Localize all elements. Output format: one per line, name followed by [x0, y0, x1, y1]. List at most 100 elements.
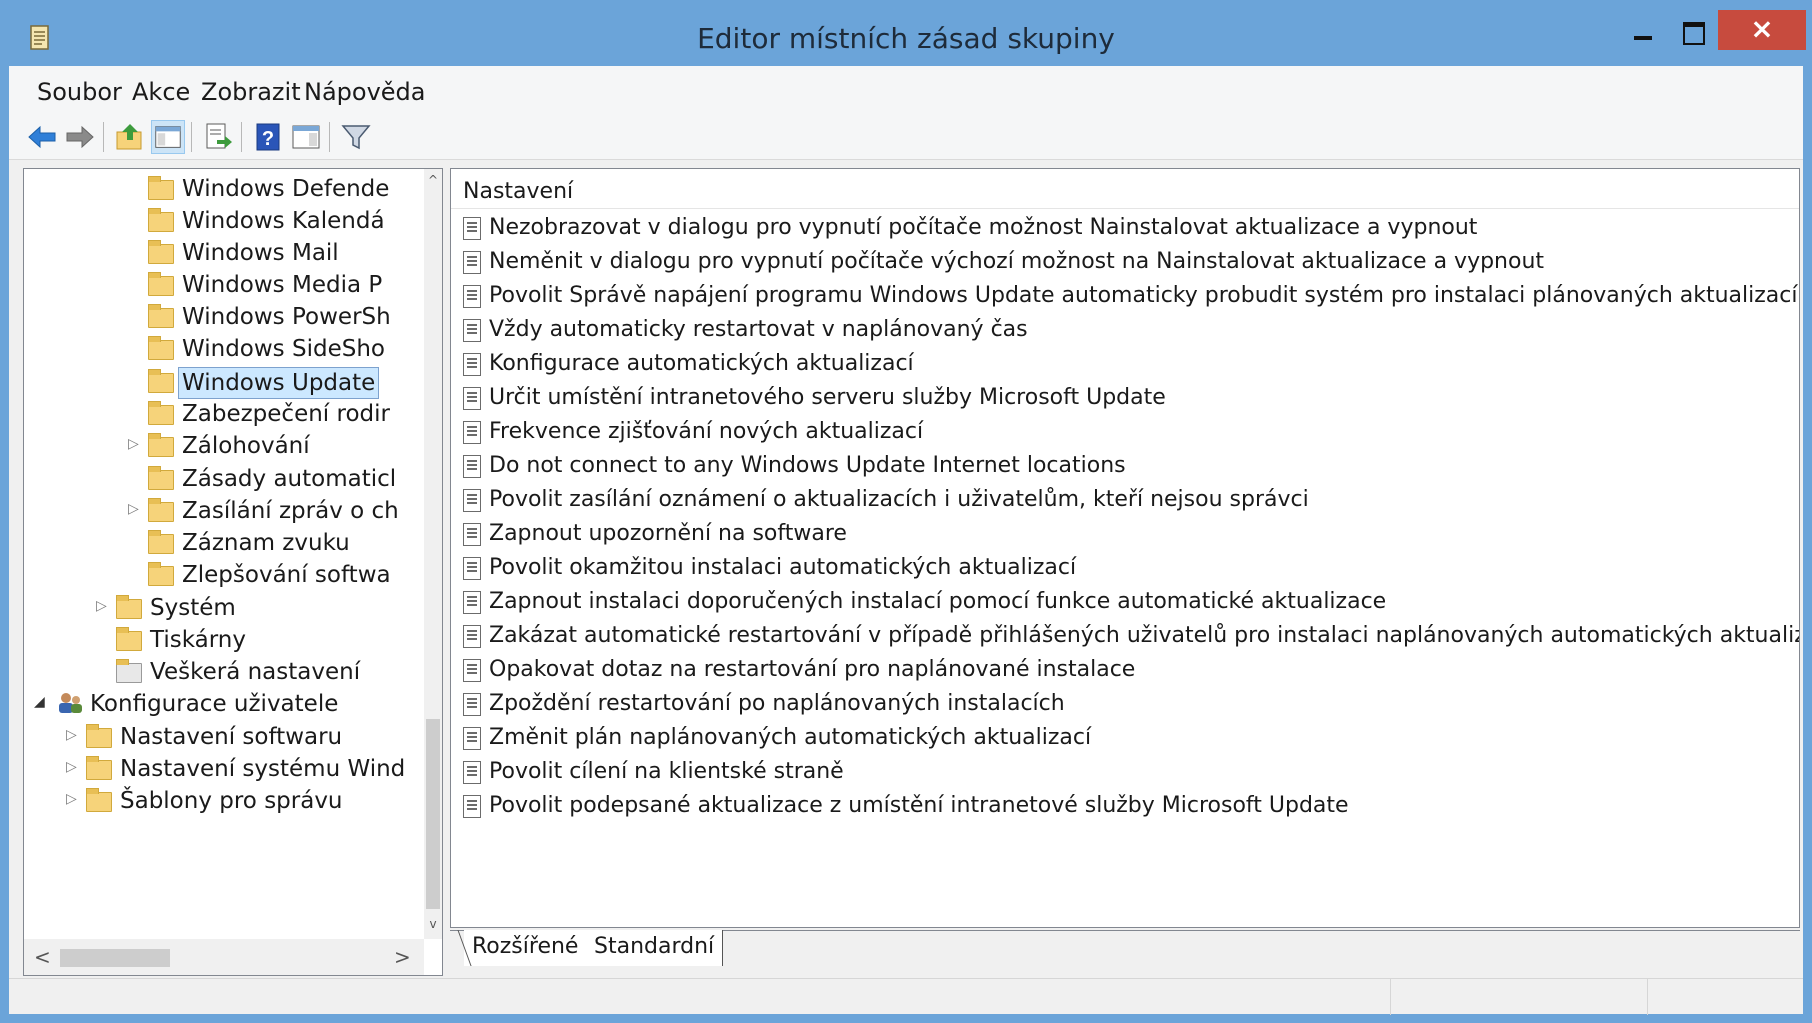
tree-horizontal-scrollbar[interactable]: < >: [24, 939, 424, 975]
tree-item-label: Konfigurace uživatele: [90, 691, 339, 717]
tree-item-label: Windows PowerSh: [182, 304, 391, 330]
setting-label: Neměnit v dialogu pro vypnutí počítače v…: [489, 249, 1545, 274]
scroll-up-icon[interactable]: ^: [425, 173, 441, 187]
setting-row[interactable]: Zapnout upozornění na software: [451, 517, 1799, 551]
tree-pane: Windows Defende Windows Kalendá Windows …: [23, 168, 443, 976]
folder-icon: [148, 208, 176, 232]
column-header[interactable]: Nastavení: [451, 169, 1799, 209]
setting-row[interactable]: Opakovat dotaz na restartování pro naplá…: [451, 653, 1799, 687]
tree-vertical-scrollbar[interactable]: ^ v: [424, 169, 442, 939]
menu-bar: Soubor Akce Zobrazit Nápověda: [9, 66, 1803, 114]
folder-icon: [86, 788, 114, 812]
setting-row[interactable]: Určit umístění intranetového serveru slu…: [451, 381, 1799, 415]
setting-row[interactable]: Konfigurace automatických aktualizací: [451, 347, 1799, 381]
svg-text:?: ?: [262, 128, 274, 150]
maximize-button[interactable]: [1668, 10, 1718, 50]
menu-napoveda[interactable]: Nápověda: [304, 78, 426, 106]
setting-row[interactable]: Zakázat automatické restartování v přípa…: [451, 619, 1799, 653]
tree-vertical-thumb[interactable]: [426, 719, 440, 909]
tree-item[interactable]: Tiskárny: [24, 622, 424, 658]
setting-row[interactable]: Zpoždění restartování po naplánovaných i…: [451, 687, 1799, 721]
tree-item[interactable]: ▷ Nastavení systému Wind: [24, 751, 424, 787]
menu-akce[interactable]: Akce: [132, 78, 190, 106]
tree-item[interactable]: Windows PowerSh: [24, 299, 424, 335]
tree-item-label: Zálohování: [182, 433, 310, 459]
tree-item-label: Nastavení softwaru: [120, 724, 343, 750]
setting-label: Povolit Správě napájení programu Windows…: [489, 283, 1798, 308]
tree-item[interactable]: ▷ Šablony pro správu: [24, 783, 424, 819]
setting-row[interactable]: Povolit Správě napájení programu Windows…: [451, 279, 1799, 313]
help-icon[interactable]: ?: [251, 120, 285, 154]
tree-item[interactable]: Zlepšování softwa: [24, 557, 424, 593]
tab-extended[interactable]: Rozšířené: [464, 930, 587, 966]
tree-item[interactable]: Veškerá nastavení: [24, 654, 424, 690]
user-config-icon: [59, 693, 82, 713]
tree-item[interactable]: ▷ Nastavení softwaru: [24, 719, 424, 755]
scroll-right-icon[interactable]: >: [394, 945, 411, 969]
expand-icon[interactable]: ▷: [66, 759, 80, 777]
tree-horizontal-thumb[interactable]: [60, 949, 170, 967]
collapse-icon[interactable]: ◢: [34, 694, 48, 712]
filter-icon[interactable]: [339, 120, 373, 154]
tree-item[interactable]: ▷ Zasílání zpráv o ch: [24, 493, 424, 529]
tree-item-label: Windows Kalendá: [182, 208, 385, 234]
minimize-button[interactable]: [1618, 10, 1668, 50]
expand-icon[interactable]: ▷: [128, 436, 142, 454]
setting-row[interactable]: Změnit plán naplánovaných automatických …: [451, 721, 1799, 755]
tree-viewport: Windows Defende Windows Kalendá Windows …: [24, 169, 424, 939]
expand-icon[interactable]: ▷: [66, 727, 80, 745]
tree-item-selected[interactable]: Windows Update: [24, 364, 424, 400]
setting-label: Změnit plán naplánovaných automatických …: [489, 725, 1092, 750]
policy-setting-icon: [463, 625, 481, 648]
menu-soubor[interactable]: Soubor: [37, 78, 122, 106]
setting-row[interactable]: Povolit okamžitou instalaci automatickýc…: [451, 551, 1799, 585]
menu-zobrazit[interactable]: Zobrazit: [201, 78, 301, 106]
expand-icon[interactable]: ▷: [96, 598, 110, 616]
expand-icon[interactable]: ▷: [66, 791, 80, 809]
tree-item[interactable]: Windows SideSho: [24, 331, 424, 367]
tree-item[interactable]: Windows Media P: [24, 267, 424, 303]
properties-icon[interactable]: [289, 120, 323, 154]
policy-setting-icon: [463, 693, 481, 716]
setting-row[interactable]: Do not connect to any Windows Update Int…: [451, 449, 1799, 483]
forward-icon[interactable]: [63, 120, 97, 154]
setting-row[interactable]: Neměnit v dialogu pro vypnutí počítače v…: [451, 245, 1799, 279]
tree-item[interactable]: ◢ Konfigurace uživatele: [24, 686, 424, 722]
scroll-down-icon[interactable]: v: [425, 917, 441, 931]
setting-row[interactable]: Vždy automaticky restartovat v naplánova…: [451, 313, 1799, 347]
setting-row[interactable]: Povolit cílení na klientské straně: [451, 755, 1799, 789]
tree-item[interactable]: Windows Mail: [24, 235, 424, 271]
close-button[interactable]: ×: [1718, 10, 1806, 50]
setting-row[interactable]: Zapnout instalaci doporučených instalací…: [451, 585, 1799, 619]
tree-item[interactable]: Zabezpečení rodir: [24, 396, 424, 432]
folder-icon: [148, 336, 176, 360]
export-list-icon[interactable]: [201, 120, 235, 154]
folder-icon: [148, 369, 176, 393]
setting-row[interactable]: Povolit zasílání oznámení o aktualizacíc…: [451, 483, 1799, 517]
up-folder-icon[interactable]: [113, 120, 147, 154]
tree-item[interactable]: Zásady automaticl: [24, 461, 424, 497]
window-title: Editor místních zásad skupiny: [697, 22, 1115, 55]
tab-standard[interactable]: Standardní: [586, 930, 724, 966]
tree-item[interactable]: ▷ Systém: [24, 590, 424, 626]
expand-icon[interactable]: ▷: [128, 501, 142, 519]
folder-icon: [116, 627, 144, 651]
tree-item[interactable]: Windows Kalendá: [24, 203, 424, 239]
setting-label: Opakovat dotaz na restartování pro naplá…: [489, 657, 1136, 682]
title-bar[interactable]: Editor místních zásad skupiny ×: [0, 0, 1812, 66]
show-hide-tree-icon[interactable]: [151, 120, 185, 154]
tree-item[interactable]: Windows Defende: [24, 171, 424, 207]
folder-icon: [148, 562, 176, 586]
scroll-left-icon[interactable]: <: [34, 945, 51, 969]
setting-row[interactable]: Nezobrazovat v dialogu pro vypnutí počít…: [451, 211, 1799, 245]
tree-item-label: Windows Mail: [182, 240, 339, 266]
policy-setting-icon: [463, 557, 481, 580]
tree-item-label: Windows Media P: [182, 272, 383, 298]
status-divider: [1390, 979, 1391, 1015]
back-icon[interactable]: [25, 120, 59, 154]
policy-setting-icon: [463, 217, 481, 240]
setting-row[interactable]: Povolit podepsané aktualizace z umístění…: [451, 789, 1799, 823]
setting-row[interactable]: Frekvence zjišťování nových aktualizací: [451, 415, 1799, 449]
tree-item[interactable]: ▷ Zálohování: [24, 428, 424, 464]
tree-item[interactable]: Záznam zvuku: [24, 525, 424, 561]
